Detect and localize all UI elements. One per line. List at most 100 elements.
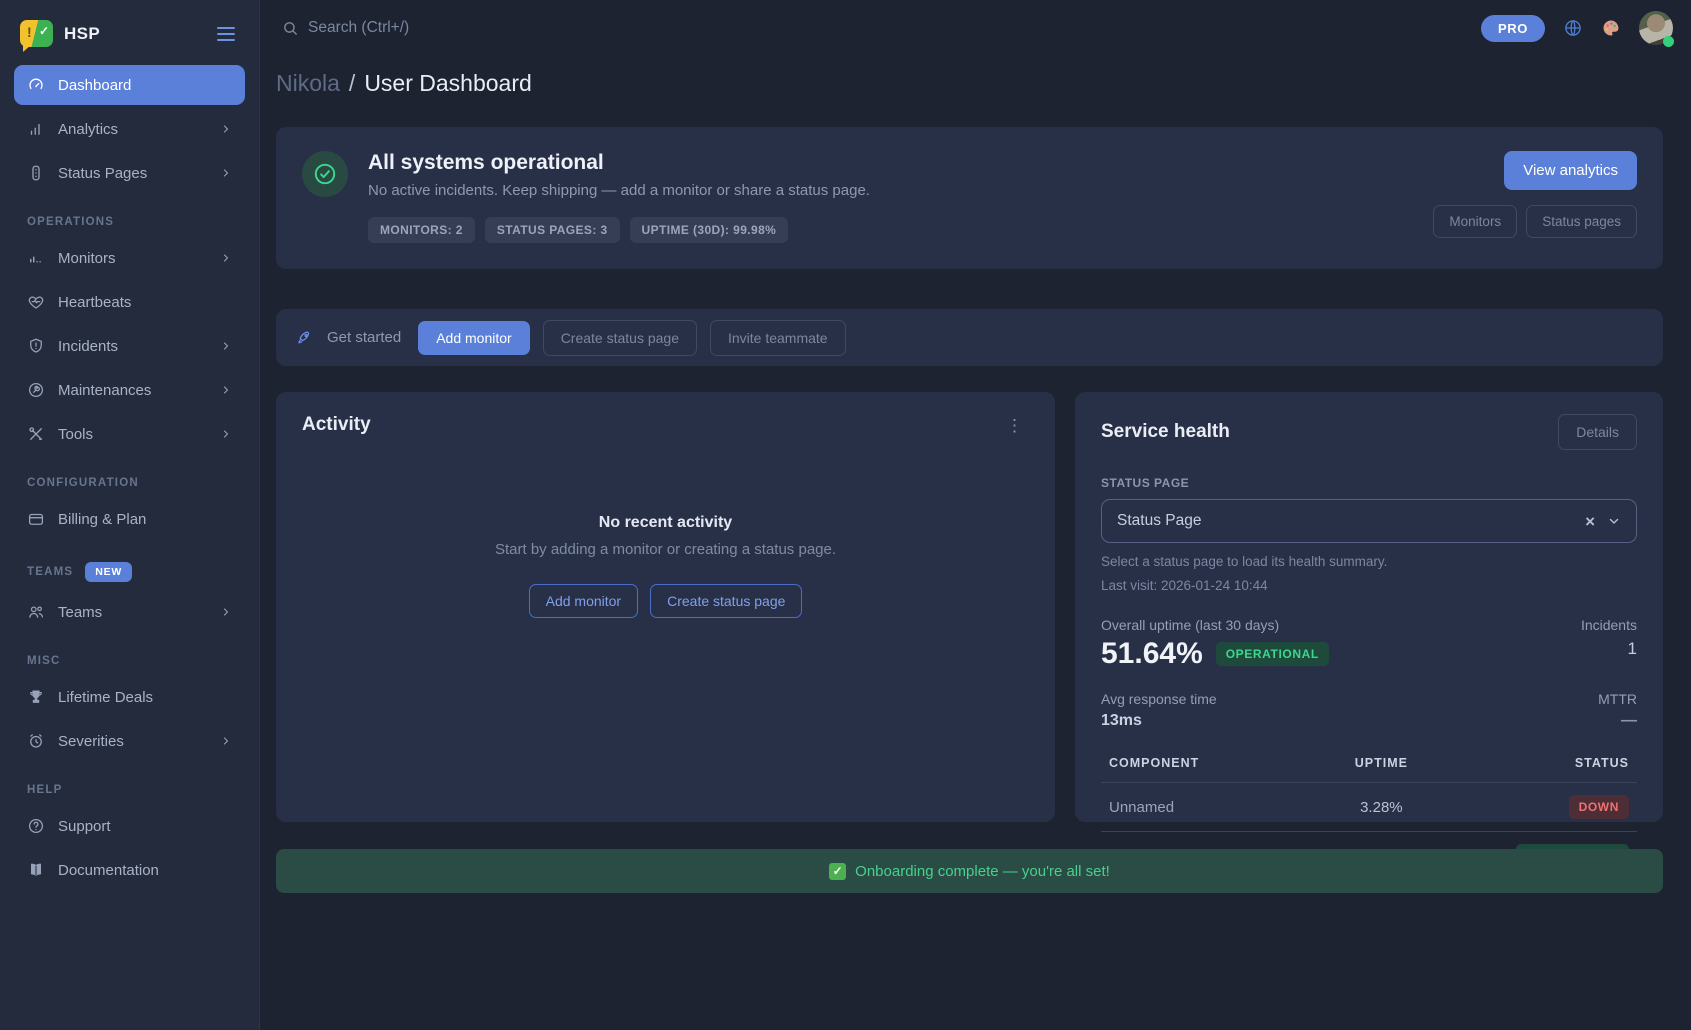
monitor-bars-icon — [27, 249, 45, 267]
sidebar-item-label: Monitors — [58, 250, 116, 267]
banner-title: All systems operational — [368, 151, 870, 175]
sidebar-item-label: Documentation — [58, 862, 159, 879]
activity-card: Activity ⋮ No recent activity Start by a… — [276, 392, 1055, 822]
logo-check: ✓ — [39, 24, 49, 38]
avg-response-value: 13ms — [1101, 712, 1217, 730]
kebab-menu-icon[interactable]: ⋮ — [1000, 415, 1029, 436]
clear-icon[interactable]: × — [1585, 513, 1595, 530]
sidebar-item-incidents[interactable]: Incidents — [14, 326, 245, 366]
gauge-icon — [27, 76, 45, 94]
chevron-right-icon — [220, 428, 232, 440]
service-health-card: Service health Details STATUS PAGE Statu… — [1075, 392, 1663, 822]
sidebar-item-label: Billing & Plan — [58, 511, 146, 528]
sidebar-item-status-pages[interactable]: Status Pages — [14, 153, 245, 193]
sidebar-item-label: Tools — [58, 426, 93, 443]
search-input[interactable]: Search (Ctrl+/) — [282, 19, 409, 37]
service-health-title: Service health — [1101, 421, 1230, 443]
breadcrumb-parent[interactable]: Nikola — [276, 70, 340, 96]
rocket-icon — [296, 329, 314, 347]
chevron-right-icon — [220, 167, 232, 179]
status-pages-button[interactable]: Status pages — [1526, 205, 1637, 238]
topbar-actions: PRO — [1481, 11, 1673, 45]
sidebar-item-maintenances[interactable]: Maintenances — [14, 370, 245, 410]
uptime-metrics: Overall uptime (last 30 days) 51.64% OPE… — [1101, 617, 1637, 671]
sidebar-item-label: Incidents — [58, 338, 118, 355]
people-icon — [27, 603, 45, 621]
section-label: OPERATIONS — [27, 216, 114, 228]
sidebar-item-label: Teams — [58, 604, 102, 621]
chevron-right-icon — [220, 735, 232, 747]
status-page-select[interactable]: Status Page × — [1101, 499, 1637, 543]
add-monitor-button[interactable]: Add monitor — [418, 321, 529, 355]
empty-title: No recent activity — [302, 514, 1029, 532]
monitors-button[interactable]: Monitors — [1433, 205, 1517, 238]
sidebar-section-teams: TEAMS NEW — [27, 562, 232, 582]
sidebar-item-support[interactable]: Support — [14, 806, 245, 846]
sidebar-item-label: Analytics — [58, 121, 118, 138]
cards-row: Activity ⋮ No recent activity Start by a… — [276, 392, 1663, 822]
get-started-label: Get started — [327, 329, 401, 346]
monitors-chip: MONITORS: 2 — [368, 217, 475, 243]
banner-chips: MONITORS: 2 STATUS PAGES: 3 UPTIME (30D)… — [368, 217, 870, 243]
last-visit-text: Last visit: 2026-01-24 10:44 — [1101, 578, 1637, 593]
shield-alert-icon — [27, 337, 45, 355]
sidebar-item-label: Lifetime Deals — [58, 689, 153, 706]
section-label: MISC — [27, 655, 61, 667]
alarm-clock-icon — [27, 732, 45, 750]
sidebar-item-label: Maintenances — [58, 382, 151, 399]
sidebar-item-label: Severities — [58, 733, 124, 750]
add-monitor-button[interactable]: Add monitor — [529, 584, 638, 618]
section-label: HELP — [27, 784, 62, 796]
check-emoji-icon: ✓ — [829, 863, 846, 880]
invite-teammate-button[interactable]: Invite teammate — [710, 320, 846, 356]
details-button[interactable]: Details — [1558, 414, 1637, 450]
get-started-strip: Get started Add monitor Create status pa… — [276, 309, 1663, 366]
topbar: Search (Ctrl+/) PRO — [260, 0, 1691, 56]
sidebar-item-severities[interactable]: Severities — [14, 721, 245, 761]
credit-card-icon — [27, 510, 45, 528]
wrench-circle-icon — [27, 381, 45, 399]
uptime-chip: UPTIME (30D): 99.98% — [630, 217, 789, 243]
sidebar-item-teams[interactable]: Teams — [14, 592, 245, 632]
table-header-row: COMPONENT UPTIME STATUS — [1101, 752, 1637, 783]
banner-text: All systems operational No active incide… — [368, 151, 870, 243]
sidebar-section-configuration: CONFIGURATION — [27, 477, 232, 489]
section-label: CONFIGURATION — [27, 477, 139, 489]
sidebar-item-dashboard[interactable]: Dashboard — [14, 65, 245, 105]
sidebar-item-billing-plan[interactable]: Billing & Plan — [14, 499, 245, 539]
banner-subtitle: No active incidents. Keep shipping — add… — [368, 182, 870, 199]
sidebar-section-misc: MISC — [27, 655, 232, 667]
uptime-value: 51.64% — [1101, 637, 1203, 671]
search-icon — [282, 20, 299, 37]
col-component: COMPONENT — [1109, 756, 1299, 770]
create-status-page-button[interactable]: Create status page — [543, 320, 697, 356]
col-uptime: UPTIME — [1299, 756, 1464, 770]
view-analytics-button[interactable]: View analytics — [1504, 151, 1637, 190]
response-metrics: Avg response time 13ms MTTR — — [1101, 691, 1637, 730]
sidebar-item-tools[interactable]: Tools — [14, 414, 245, 454]
pro-badge[interactable]: PRO — [1481, 15, 1545, 42]
create-status-page-button[interactable]: Create status page — [650, 584, 802, 618]
sidebar-item-documentation[interactable]: Documentation — [14, 850, 245, 890]
globe-icon[interactable] — [1563, 18, 1583, 38]
sidebar-item-label: Support — [58, 818, 111, 835]
sidebar-item-monitors[interactable]: Monitors — [14, 238, 245, 278]
chevron-right-icon — [220, 384, 232, 396]
component-uptime: 3.28% — [1299, 799, 1464, 816]
online-status-dot — [1663, 36, 1674, 47]
chevron-down-icon[interactable] — [1607, 514, 1621, 528]
status-badge: OPERATIONAL — [1216, 642, 1329, 666]
avatar[interactable] — [1639, 11, 1673, 45]
sidebar-item-heartbeats[interactable]: Heartbeats — [14, 282, 245, 322]
avg-response-label: Avg response time — [1101, 691, 1217, 707]
breadcrumb: Nikola/User Dashboard — [276, 70, 1663, 97]
mttr-value: — — [1598, 712, 1637, 730]
sidebar-item-lifetime-deals[interactable]: Lifetime Deals — [14, 677, 245, 717]
hamburger-menu-icon[interactable] — [213, 23, 239, 45]
sidebar-item-analytics[interactable]: Analytics — [14, 109, 245, 149]
palette-icon[interactable] — [1601, 18, 1621, 38]
select-value: Status Page — [1117, 512, 1201, 530]
question-circle-icon — [27, 817, 45, 835]
banner-actions: View analytics Monitors Status pages — [1413, 151, 1637, 243]
tools-icon — [27, 425, 45, 443]
